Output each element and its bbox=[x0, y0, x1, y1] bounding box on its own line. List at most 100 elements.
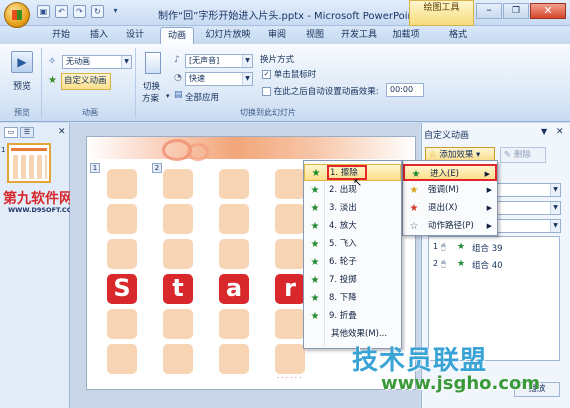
add-effect-menu-item-2[interactable]: ★ 强调(M) ▶ bbox=[403, 182, 497, 199]
mouse-icon: 🖱 bbox=[441, 242, 446, 251]
auto-after-checkbox[interactable] bbox=[262, 87, 271, 96]
tile bbox=[163, 169, 193, 199]
add-effect-menu-item-3[interactable]: ★ 退出(X) ▶ bbox=[403, 200, 497, 217]
animation-combo[interactable]: 无动画 ▼ bbox=[62, 55, 132, 69]
tile bbox=[163, 239, 193, 269]
entrance-effect-5[interactable]: ★ 5. 飞入 bbox=[304, 236, 401, 253]
entrance-effect-7[interactable]: ★ 7. 投掷 bbox=[304, 272, 401, 289]
scheme-label-1[interactable]: 切换 bbox=[143, 80, 160, 92]
menu-item-label: 动作路径(P) bbox=[428, 221, 474, 231]
on-click-label: 单击鼠标时 bbox=[273, 70, 317, 80]
menu-item-label: 强调(M) bbox=[428, 185, 459, 195]
close-button[interactable]: ✕ bbox=[530, 3, 566, 19]
letter-tile: a bbox=[219, 274, 249, 304]
menu-item-label: 3. 淡出 bbox=[329, 203, 357, 213]
tile bbox=[275, 169, 305, 199]
outline-tab[interactable]: ☰ bbox=[20, 127, 34, 138]
auto-after-option[interactable]: 在此之后自动设置动画效果: bbox=[262, 85, 387, 97]
custom-animation-icon: ★ bbox=[48, 75, 57, 86]
letter-tile: t bbox=[163, 274, 193, 304]
menu-item-label: 5. 飞入 bbox=[329, 239, 357, 249]
tab-4[interactable]: 动画 bbox=[160, 27, 194, 44]
menu-item-label: 进入(E) bbox=[430, 169, 460, 179]
submenu-arrow-icon: ▶ bbox=[486, 186, 492, 194]
wipe-effect-icon: ★ bbox=[311, 168, 321, 179]
preview-button-label[interactable]: 预览 bbox=[2, 79, 42, 92]
fold-effect-icon: ★ bbox=[310, 311, 320, 322]
pane-close-icon[interactable]: ✕ bbox=[58, 127, 66, 137]
tile bbox=[219, 169, 249, 199]
tab-9[interactable]: 加载项 bbox=[388, 27, 424, 44]
preview-group-label: 预览 bbox=[14, 108, 30, 117]
on-click-option[interactable]: ✓ 单击鼠标时 bbox=[262, 68, 316, 80]
menu-item-label: 9. 折叠 bbox=[329, 311, 357, 321]
redo-icon[interactable]: ↷ bbox=[73, 5, 86, 18]
slides-tab[interactable]: ▭ bbox=[4, 127, 18, 138]
minimize-button[interactable]: – bbox=[476, 3, 502, 19]
zoom-effect-icon: ★ bbox=[310, 221, 320, 232]
animation-group: ✧ 无动画 ▼ ★ 自定义动画 动画 bbox=[44, 48, 136, 118]
tab-2[interactable]: 插入 bbox=[82, 27, 116, 44]
window-title: 制作“回”字形开始进入片头.pptx - Microsoft PowerPoin… bbox=[158, 11, 418, 22]
apply-all-button[interactable]: 全部应用 bbox=[185, 91, 219, 103]
tile bbox=[219, 344, 249, 374]
animation-group-label: 动画 bbox=[82, 108, 98, 117]
tab-7[interactable]: 视图 bbox=[298, 27, 332, 44]
on-click-checkbox[interactable]: ✓ bbox=[262, 70, 271, 79]
anim-item-label[interactable]: 组合 39 bbox=[472, 242, 503, 254]
entrance-effect-8[interactable]: ★ 8. 下降 bbox=[304, 290, 401, 307]
speed-icon: ◔ bbox=[174, 73, 182, 83]
add-effect-menu: ★ 进入(E) ▶ ★ 强调(M) ▶ ★ 退出(X) ▶ ☆ 动作路径(P) ▶ bbox=[402, 160, 498, 236]
preview-icon[interactable]: ▶ bbox=[11, 51, 33, 73]
advance-section-label: 换片方式 bbox=[260, 55, 295, 65]
entrance-effect-3[interactable]: ★ 3. 淡出 bbox=[304, 200, 401, 217]
letter-tile: S bbox=[107, 274, 137, 304]
pane-menu-icon[interactable]: ▼ bbox=[541, 127, 547, 136]
appear-effect-icon: ★ bbox=[310, 185, 320, 196]
start-combo[interactable]: ▼ bbox=[495, 183, 561, 197]
scheme-dropdown-icon[interactable]: ▾ bbox=[166, 92, 170, 100]
tile bbox=[163, 344, 193, 374]
entrance-effect-4[interactable]: ★ 4. 放大 bbox=[304, 218, 401, 235]
scheme-label-2[interactable]: 方案 bbox=[142, 92, 159, 104]
custom-animation-button[interactable]: 自定义动画 bbox=[61, 73, 111, 90]
restore-button[interactable]: ❐ bbox=[503, 3, 529, 19]
add-effect-menu-item-4[interactable]: ☆ 动作路径(P) ▶ bbox=[403, 218, 497, 235]
speed-combo[interactable]: 快速 ▼ bbox=[185, 72, 253, 86]
save-icon[interactable]: ▣ bbox=[37, 5, 50, 18]
time-spinner[interactable]: 00:00 bbox=[386, 83, 424, 97]
property-combo[interactable]: ▼ bbox=[495, 201, 561, 215]
slide-thumbnail[interactable] bbox=[7, 143, 51, 183]
pane-close-icon[interactable]: ✕ bbox=[556, 127, 564, 137]
tile bbox=[107, 204, 137, 234]
decor-circle bbox=[187, 143, 209, 161]
tab-6[interactable]: 审阅 bbox=[260, 27, 294, 44]
add-effect-menu-item-1[interactable]: ★ 进入(E) ▶ bbox=[403, 164, 497, 181]
refresh-icon[interactable]: ↻ bbox=[91, 5, 104, 18]
office-button[interactable] bbox=[4, 2, 30, 28]
entrance-star-icon: ★ bbox=[457, 242, 466, 252]
transition-scheme-icon[interactable] bbox=[145, 52, 161, 74]
sound-combo[interactable]: [无声音] ▼ bbox=[185, 54, 253, 68]
exit-star-icon: ★ bbox=[409, 203, 419, 214]
entrance-effect-9[interactable]: ★ 9. 折叠 bbox=[304, 308, 401, 325]
tab-1[interactable]: 开始 bbox=[44, 27, 78, 44]
throw-effect-icon: ★ bbox=[310, 275, 320, 286]
customize-icon[interactable]: ▾ bbox=[109, 5, 122, 18]
entrance-effect-6[interactable]: ★ 6. 轮子 bbox=[304, 254, 401, 271]
menu-item-label: 4. 放大 bbox=[329, 221, 357, 231]
undo-icon[interactable]: ↶ bbox=[55, 5, 68, 18]
tab-8[interactable]: 开发工具 bbox=[336, 27, 382, 44]
tab-5[interactable]: 幻灯片放映 bbox=[199, 27, 257, 44]
anim-item-label[interactable]: 组合 40 bbox=[472, 259, 503, 271]
anim-item-number: 1 bbox=[433, 242, 439, 251]
tile bbox=[107, 169, 137, 199]
tab-3[interactable]: 设计 bbox=[118, 27, 152, 44]
tile bbox=[275, 204, 305, 234]
tab-10[interactable]: 格式 bbox=[441, 27, 475, 44]
speed-combo-pane[interactable]: ▼ bbox=[495, 219, 561, 233]
menu-item-label: 7. 投掷 bbox=[329, 275, 357, 285]
tile bbox=[275, 344, 305, 374]
tile bbox=[275, 239, 305, 269]
remove-effect-button[interactable]: ✎ 删除 bbox=[500, 147, 546, 163]
